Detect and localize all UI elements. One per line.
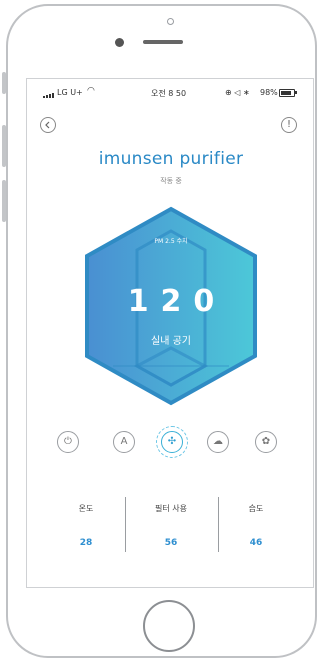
stat-label: 습도	[248, 504, 264, 513]
battery-percent: 98%	[260, 88, 278, 97]
info-button[interactable]: !	[281, 117, 297, 133]
power-icon: ⏻	[64, 436, 72, 447]
stat-label: 온도	[78, 504, 94, 513]
home-button[interactable]	[143, 600, 195, 652]
sensor	[167, 18, 174, 25]
indoor-air-label: 실내 공기	[151, 336, 191, 347]
auto-mode-button[interactable]: A	[113, 431, 135, 453]
carrier-name: LG U+	[57, 88, 83, 97]
volume-down-button	[2, 180, 6, 222]
chevron-left-icon	[45, 121, 50, 129]
sleep-mode-icon: ☁	[213, 436, 223, 447]
stat-value: 46	[249, 538, 263, 548]
pm-value: 120	[127, 284, 227, 319]
stat-label: 필터 사용	[155, 504, 187, 513]
filter-button[interactable]: ✿	[255, 431, 277, 453]
filter-icon: ✿	[261, 436, 271, 447]
pm-label: PM 2.5 수치	[154, 238, 188, 245]
device-title: imunsen purifier	[98, 149, 244, 169]
air-quality-hexagon: PM 2.5 수치 120 실내 공기	[83, 206, 259, 406]
auto-mode-icon: A	[120, 436, 128, 447]
power-button[interactable]: ⏻	[57, 431, 79, 453]
divider	[125, 497, 126, 552]
back-button[interactable]	[40, 117, 56, 133]
stat-value: 28	[79, 538, 93, 548]
mute-switch	[2, 72, 6, 94]
clock: 오전 8 50	[151, 89, 187, 98]
battery-icon	[279, 89, 295, 97]
filter-usage-stat: 필터 사용 56	[131, 503, 211, 548]
fan-icon: ✣	[167, 436, 177, 447]
status-bar: LG U+ ◠ 오전 8 50 ⊕ ◁ ∗ 98%	[27, 79, 313, 107]
earpiece-speaker	[143, 40, 183, 44]
temperature-stat: 온도 28	[46, 503, 126, 548]
volume-up-button	[2, 125, 6, 167]
humidity-stat: 습도 46	[216, 503, 296, 548]
app-screen: LG U+ ◠ 오전 8 50 ⊕ ◁ ∗ 98% ! imunsen puri…	[26, 78, 314, 588]
device-status: 작동 중	[160, 177, 182, 185]
sleep-mode-button[interactable]: ☁	[207, 431, 229, 453]
exclamation-icon: !	[286, 119, 291, 130]
stat-value: 56	[164, 538, 178, 548]
wifi-icon: ◠	[87, 86, 95, 96]
signal-icon	[43, 89, 55, 98]
front-camera	[115, 38, 124, 47]
fan-button[interactable]: ✣	[156, 426, 188, 458]
status-icons: ⊕ ◁ ∗	[225, 88, 250, 97]
